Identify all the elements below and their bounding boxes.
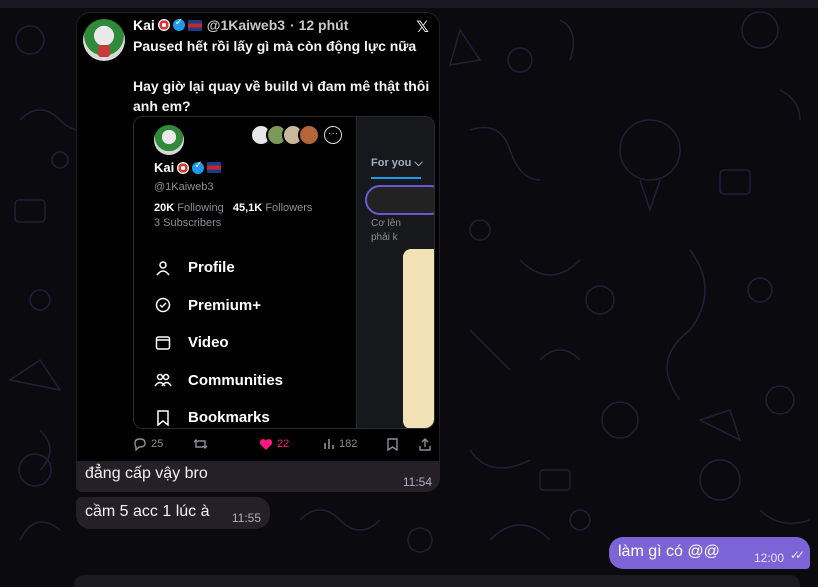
author-avatar[interactable] [83, 19, 125, 61]
reply-icon [134, 438, 146, 451]
message-text: đẳng cấp vậy bro [85, 465, 208, 482]
feed-image-card [403, 249, 434, 428]
author-name[interactable]: Kai [133, 17, 155, 33]
menu-item-premium: Premium+ [154, 287, 283, 325]
message-time: 11:54 [402, 475, 432, 489]
x-logo-icon[interactable]: 𝕏 [416, 17, 429, 37]
like-button[interactable]: 22 [259, 438, 289, 451]
menu-label: Profile [188, 259, 235, 277]
spaces-pill [365, 185, 434, 215]
bookmark-icon [387, 437, 398, 451]
retweet-icon [193, 439, 208, 449]
bookmark-icon [154, 409, 172, 427]
more-icon: ··· [324, 126, 342, 144]
person-icon [154, 259, 172, 277]
feed-panel: For you ⌵ Cơ lên phải k [356, 117, 434, 428]
verified-icon [172, 17, 185, 31]
views-button[interactable]: 182 [323, 438, 357, 450]
menu-label: Communities [188, 371, 284, 389]
profile-stats: 20K Following 45,1K Followers [154, 202, 312, 214]
menu-label: Premium+ [188, 296, 261, 314]
following-label: Following [177, 202, 224, 214]
views-icon [324, 439, 334, 449]
side-menu-panel: ··· Kai @1Kaiweb3 20K Following 45,1K Fo… [134, 117, 356, 428]
share-icon [419, 437, 431, 451]
profile-handle: @1Kaiweb3 [154, 181, 214, 193]
profile-name: Kai [154, 160, 175, 175]
message-bubble-incoming[interactable]: đẳng cấp vậy bro 11:54 [76, 462, 440, 492]
badge-check-icon [154, 296, 172, 314]
followers-label: Followers [265, 202, 313, 214]
like-count: 22 [277, 438, 290, 450]
reply-count: 25 [151, 438, 164, 450]
people-icon [154, 371, 172, 389]
followers-count: 45,1K [232, 202, 263, 214]
tweet-text: Paused hết rồi lấy gì mà còn động lực nữ… [133, 38, 430, 114]
message-bubble-incoming[interactable]: cầm 5 acc 1 lúc à 11:55 [76, 497, 270, 529]
tab-for-you: For you ⌵ [371, 157, 423, 169]
profile-menu: Profile Premium+ Video Communities Bookm… [154, 249, 283, 428]
following-count: 20K [154, 202, 175, 214]
message-composer[interactable] [74, 575, 800, 587]
menu-item-bookmarks: Bookmarks [154, 399, 283, 428]
tab-indicator [371, 177, 421, 179]
tweet-embed-card[interactable]: Kai @1Kaiweb3 · 12 phút 𝕏 Paused hết rồi… [76, 12, 440, 462]
account-switcher: ··· [250, 124, 342, 146]
feed-text-snippet: Cơ lên phải k [371, 218, 401, 243]
tweet-time: · 12 phút [290, 17, 349, 33]
menu-label: Bookmarks [188, 409, 270, 427]
profile-avatar [154, 125, 184, 155]
menu-item-profile: Profile [154, 249, 283, 287]
share-button[interactable] [419, 437, 431, 451]
retweet-button[interactable] [193, 437, 208, 451]
menu-label: Video [188, 334, 229, 352]
message-bubble-outgoing[interactable]: làm gì có @@ 12:00 ✓✓ [609, 537, 810, 569]
top-bar [0, 0, 818, 8]
message-text: làm gì có @@ [618, 543, 720, 560]
menu-item-video: Video [154, 324, 283, 362]
account-avatar [298, 124, 320, 146]
menu-item-communities: Communities [154, 362, 283, 400]
bookmark-button[interactable] [387, 437, 398, 451]
target-badge-icon [157, 19, 170, 31]
flag-icon [207, 162, 222, 173]
tweet-header: Kai @1Kaiweb3 · 12 phút [133, 17, 348, 33]
author-handle[interactable]: @1Kaiweb3 [207, 17, 285, 33]
read-ticks-icon: ✓✓ [789, 548, 805, 562]
target-badge-icon [177, 161, 190, 174]
tweet-media-screenshot[interactable]: ··· Kai @1Kaiweb3 20K Following 45,1K Fo… [133, 116, 435, 429]
video-icon [154, 334, 172, 352]
heart-icon [259, 438, 273, 450]
verified-icon [192, 160, 205, 174]
profile-name-row: Kai [154, 160, 222, 175]
message-text: cầm 5 acc 1 lúc à [85, 503, 210, 520]
message-time: 12:00 [753, 551, 784, 565]
tweet-actions: 25 22 182 [133, 435, 433, 453]
flag-icon [187, 19, 202, 31]
message-time: 11:55 [231, 511, 261, 525]
subscribers-count: 3 Subscribers [154, 217, 222, 229]
reply-button[interactable]: 25 [133, 437, 163, 451]
view-count: 182 [339, 438, 358, 450]
